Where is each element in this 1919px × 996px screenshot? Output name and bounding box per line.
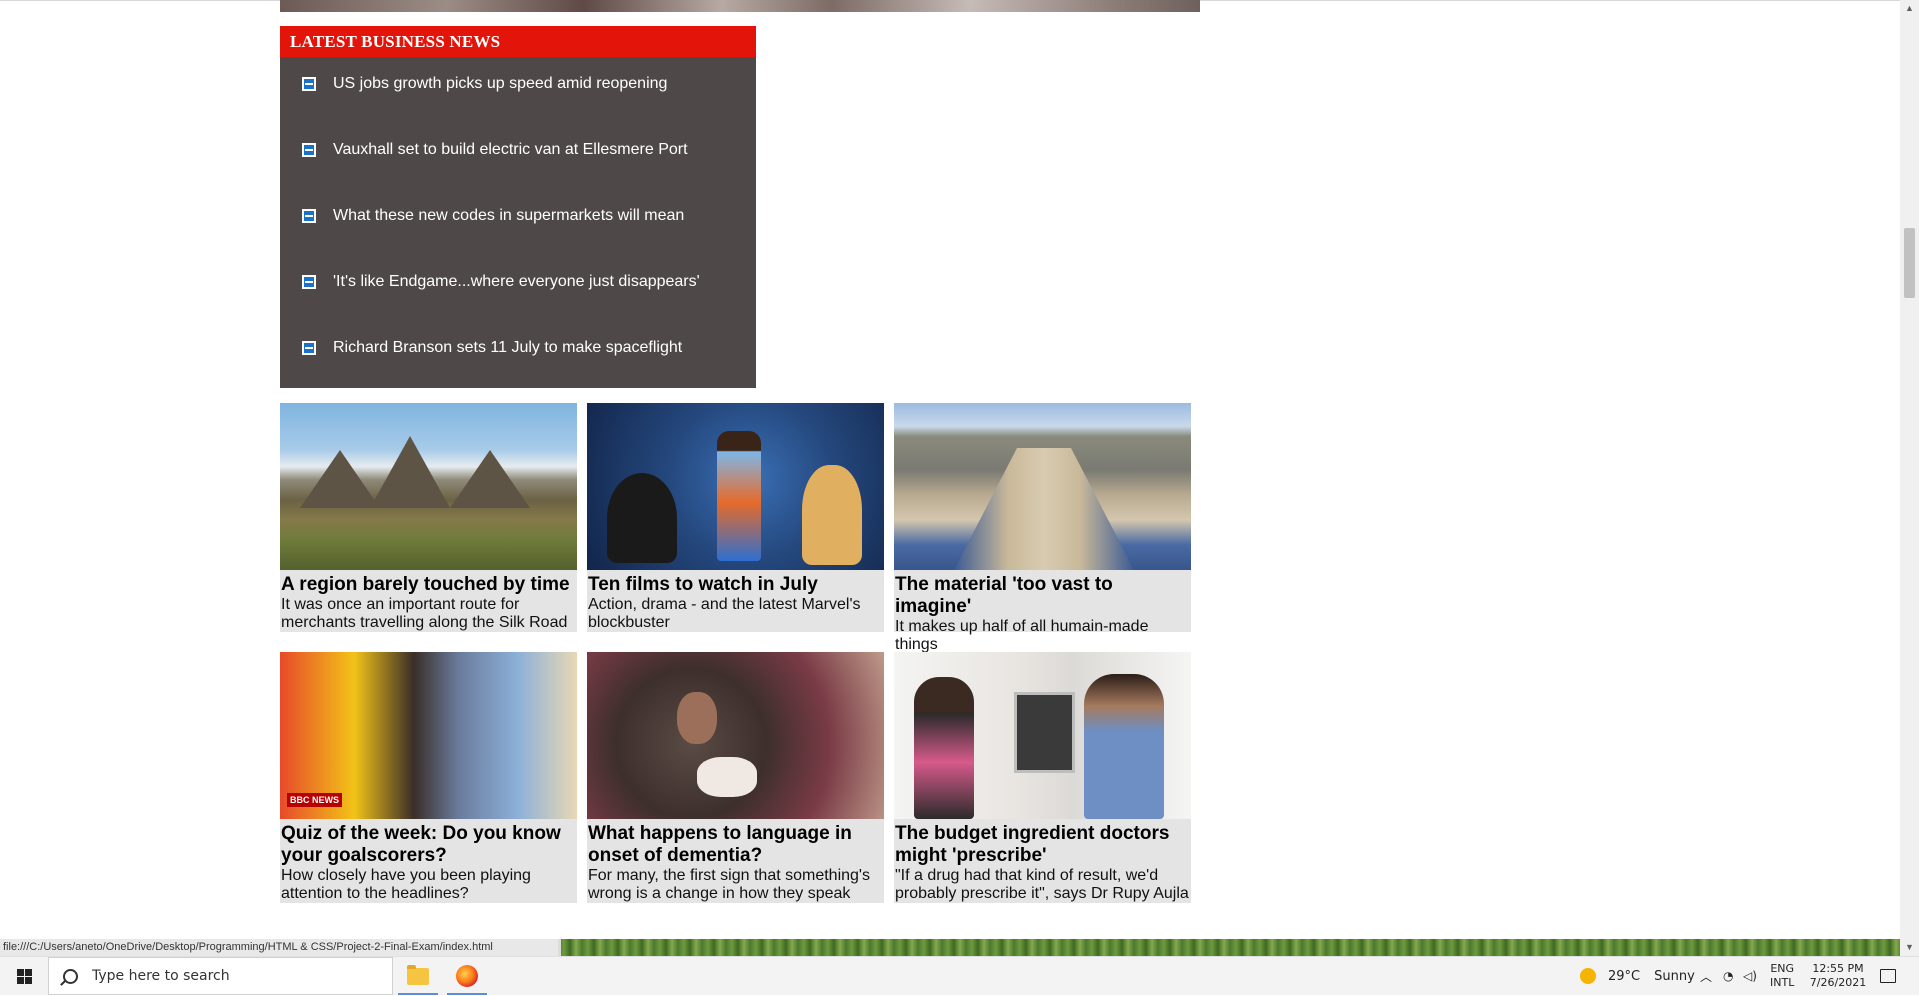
oven-figure — [1014, 692, 1075, 773]
story-summary: Action, drama - and the latest Marvel's … — [588, 596, 861, 631]
news-panel-header: LATEST BUSINESS NEWS — [280, 26, 756, 57]
news-link-label: 'It's like Endgame...where everyone just… — [333, 273, 700, 290]
story-title: What happens to language in onset of dem… — [588, 823, 852, 866]
news-icon — [302, 143, 316, 157]
basketball-player-figure — [717, 431, 761, 561]
news-link[interactable]: What these new codes in supermarkets wil… — [302, 204, 684, 228]
wifi-icon: ◔ — [1723, 969, 1734, 983]
story-card[interactable]: A region barely touched by time It was o… — [280, 403, 577, 632]
notifications-button[interactable] — [1880, 957, 1896, 995]
story-card[interactable]: The material 'too vast to imagine' It ma… — [894, 403, 1191, 653]
story-summary: It was once an important route for merch… — [281, 596, 568, 631]
mountain-peak — [450, 450, 530, 508]
story-card[interactable]: Ten films to watch in July Action, drama… — [587, 403, 884, 632]
search-icon — [63, 968, 78, 984]
kitchen-cooking-image — [894, 652, 1191, 819]
story-summary: For many, the first sign that something'… — [588, 867, 870, 902]
search-placeholder: Type here to search — [92, 968, 230, 984]
mountain-peak — [300, 450, 380, 508]
scroll-up-arrow-icon[interactable]: ▲ — [1900, 0, 1919, 17]
clock-date: 7/26/2021 — [1809, 976, 1867, 989]
story-title: A region barely touched by time — [281, 574, 570, 595]
news-link[interactable]: US jobs growth picks up speed amid reope… — [302, 72, 667, 96]
news-link-label: What these new codes in supermarkets wil… — [333, 207, 685, 224]
family-portrait-image — [587, 652, 884, 819]
cartoon-bunny-figure — [802, 465, 862, 565]
scroll-down-arrow-icon[interactable]: ▼ — [1900, 939, 1919, 956]
weather-widget[interactable]: 29°C Sunny — [1580, 957, 1695, 995]
story-card[interactable]: BBC NEWS Quiz of the week: Do you know y… — [280, 652, 577, 903]
windows-logo-icon — [16, 969, 32, 984]
show-hidden-icons-button[interactable]: ︿ — [1700, 957, 1712, 995]
keyboard-layout: INTL — [1770, 976, 1795, 989]
notification-icon — [1880, 969, 1896, 983]
network-button[interactable]: ◔ — [1723, 957, 1733, 995]
news-icon — [302, 341, 316, 355]
firefox-icon — [456, 965, 478, 987]
sun-icon — [1580, 968, 1596, 984]
man-figure — [677, 692, 717, 744]
story-title: The budget ingredient doctors might 'pre… — [895, 823, 1170, 866]
news-link-label: Richard Branson sets 11 July to make spa… — [333, 339, 683, 356]
concrete-river-image — [894, 403, 1191, 570]
volume-button[interactable]: ◁) — [1743, 957, 1757, 995]
news-link-label: US jobs growth picks up speed amid reope… — [333, 75, 668, 92]
weather-temperature: 29°C — [1608, 968, 1641, 984]
news-link[interactable]: Richard Branson sets 11 July to make spa… — [302, 336, 682, 360]
file-explorer-button[interactable] — [394, 957, 442, 995]
latest-business-news-panel: LATEST BUSINESS NEWS US jobs growth pick… — [280, 26, 756, 388]
footer-forest-image — [558, 939, 1900, 956]
clock[interactable]: 12:55 PM 7/26/2021 — [1808, 957, 1868, 995]
cartoon-duck-figure — [607, 473, 677, 563]
hero-image-bottom-edge — [280, 0, 1200, 12]
story-summary: "If a drug had that kind of result, we'd… — [895, 867, 1189, 902]
vertical-scrollbar[interactable]: ▲ ▼ — [1900, 0, 1919, 956]
news-link[interactable]: Vauxhall set to build electric van at El… — [302, 138, 688, 162]
speaker-icon: ◁) — [1743, 969, 1757, 983]
mountain-landscape-image — [280, 403, 577, 570]
bbc-news-badge: BBC NEWS — [287, 793, 342, 807]
woman-figure — [914, 677, 974, 819]
story-summary: How closely have you been playing attent… — [281, 867, 531, 902]
language-code: ENG — [1770, 962, 1795, 975]
language-indicator[interactable]: ENG INTL — [1770, 957, 1794, 995]
story-title: Quiz of the week: Do you know your goals… — [281, 823, 561, 866]
link-status-bar: file:///C:/Users/aneto/OneDrive/Desktop/… — [0, 939, 561, 956]
story-card[interactable]: The budget ingredient doctors might 'pre… — [894, 652, 1191, 903]
mountain-peak — [370, 436, 450, 508]
news-link[interactable]: 'It's like Endgame...where everyone just… — [302, 270, 700, 294]
football-fans-image: BBC NEWS — [280, 652, 577, 819]
folder-icon — [407, 964, 429, 985]
windows-taskbar: Type here to search 29°C Sunny ︿ ◔ ◁) EN… — [0, 956, 1919, 995]
space-jam-image — [587, 403, 884, 570]
scrollbar-thumb[interactable] — [1904, 228, 1915, 298]
story-summary: It makes up half of all humain-made thin… — [895, 618, 1149, 653]
start-button[interactable] — [0, 957, 48, 996]
news-icon — [302, 209, 316, 223]
clock-time: 12:55 PM — [1812, 962, 1864, 975]
news-icon — [302, 275, 316, 289]
firefox-button[interactable] — [443, 957, 491, 995]
chevron-up-icon: ︿ — [1700, 969, 1713, 984]
weather-condition: Sunny — [1654, 968, 1695, 984]
concrete-channel — [954, 448, 1134, 570]
baby-figure — [697, 757, 757, 797]
browser-viewport: LATEST BUSINESS NEWS US jobs growth pick… — [0, 0, 1900, 956]
story-title: The material 'too vast to imagine' — [895, 574, 1113, 617]
story-title: Ten films to watch in July — [588, 574, 818, 595]
man-cooking-figure — [1084, 674, 1164, 819]
taskbar-search-box[interactable]: Type here to search — [48, 957, 393, 995]
news-link-label: Vauxhall set to build electric van at El… — [333, 141, 688, 158]
story-card[interactable]: What happens to language in onset of dem… — [587, 652, 884, 903]
news-icon — [302, 77, 316, 91]
